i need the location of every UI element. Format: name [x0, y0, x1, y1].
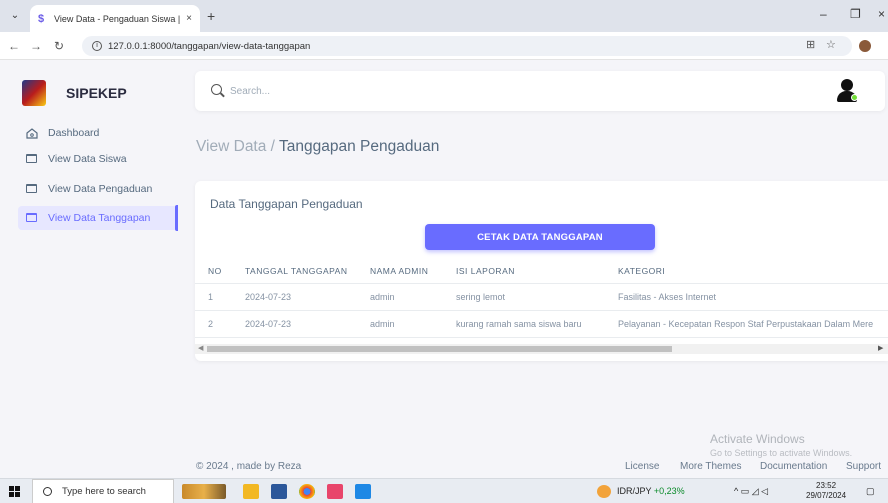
scroll-left-icon[interactable]: ◀: [198, 344, 203, 352]
scroll-right-icon[interactable]: ▶: [878, 344, 883, 352]
brand-logo-icon: [22, 80, 46, 106]
translate-icon[interactable]: ⊞: [806, 38, 815, 51]
app-icon[interactable]: [327, 484, 343, 499]
vscode-icon[interactable]: [355, 484, 371, 499]
tiger-widget-icon[interactable]: [182, 484, 226, 499]
horizontal-scrollbar[interactable]: ◀ ▶: [195, 344, 888, 354]
brand-name: SIPEKEP: [66, 85, 127, 101]
footer-link-more-themes[interactable]: More Themes: [680, 461, 742, 472]
footer-link-support[interactable]: Support: [846, 461, 881, 472]
tab-search-icon[interactable]: ⌄: [8, 9, 22, 23]
user-avatar[interactable]: [837, 79, 858, 103]
site-info-icon[interactable]: i: [92, 41, 102, 51]
print-data-button[interactable]: CETAK DATA TANGGAPAN: [425, 224, 655, 250]
table-row: 2 2024-07-23 admin kurang ramah sama sis…: [195, 310, 888, 338]
tab-close-icon[interactable]: ×: [186, 13, 192, 24]
bookmark-star-icon[interactable]: ☆: [826, 38, 836, 51]
sidebar-item-dashboard[interactable]: Dashboard: [18, 121, 178, 145]
word-icon[interactable]: [271, 484, 287, 499]
activate-windows-subtitle: Go to Settings to activate Windows.: [710, 448, 853, 458]
address-bar: ← → ↻ i 127.0.0.1:8000/tanggapan/view-da…: [0, 32, 888, 60]
table-cell: 2024-07-23: [245, 283, 370, 311]
search-icon: [43, 487, 52, 496]
column-header[interactable]: ISI LAPORAN: [456, 259, 618, 284]
chrome-icon[interactable]: [299, 484, 315, 499]
back-arrow-icon[interactable]: ←: [8, 39, 20, 53]
breadcrumb-parent: View Data /: [196, 138, 275, 155]
browser-tab[interactable]: $ View Data - Pengaduan Siswa | ×: [30, 5, 200, 32]
profile-avatar-icon[interactable]: [859, 40, 871, 52]
card-title: Data Tanggapan Pengaduan: [210, 197, 363, 211]
close-window-button[interactable]: ×: [878, 7, 885, 21]
column-header[interactable]: KATEGORI: [618, 259, 888, 284]
browser-tab-bar: ⌄ $ View Data - Pengaduan Siswa | × + – …: [0, 0, 888, 32]
footer-copyright: © 2024 , made by Reza: [196, 461, 302, 472]
clock[interactable]: 23:52 29/07/2024: [806, 481, 846, 501]
sidebar-item-label: Dashboard: [48, 127, 100, 139]
ticker-icon: [597, 485, 611, 498]
sidebar-item-view-data-pengaduan[interactable]: View Data Pengaduan: [18, 177, 178, 201]
windows-taskbar: Type here to search IDR/JPY +0,23% ^ ▭ ◿…: [0, 478, 888, 503]
table-header-row: NO TANGGAL TANGGAPAN NAMA ADMIN ISI LAPO…: [195, 259, 888, 284]
reload-icon[interactable]: ↻: [54, 39, 64, 53]
table-row: 1 2024-07-23 admin sering lemot Fasilita…: [195, 283, 888, 311]
sidebar-item-label: View Data Pengaduan: [48, 183, 153, 195]
minimize-button[interactable]: –: [820, 7, 827, 21]
search-input[interactable]: [230, 83, 430, 99]
table-cell: 1: [195, 283, 245, 311]
page-title: View Data / Tanggapan Pengaduan: [196, 138, 439, 156]
table-cell: admin: [370, 283, 456, 311]
table-cell: admin: [370, 310, 456, 338]
footer-link-license[interactable]: License: [625, 461, 659, 472]
archive-icon: [26, 184, 38, 194]
sidebar-item-label: View Data Siswa: [48, 153, 127, 165]
archive-icon: [26, 213, 38, 223]
data-card: Data Tanggapan Pengaduan CETAK DATA TANG…: [195, 181, 888, 361]
table-cell: 2: [195, 310, 245, 338]
search-icon: [211, 84, 222, 95]
windows-start-icon[interactable]: [9, 486, 20, 497]
active-menu-indicator: [175, 205, 178, 231]
system-tray-icons[interactable]: ^ ▭ ◿ ◁: [734, 486, 768, 497]
home-icon: [26, 128, 38, 139]
taskbar-search-field[interactable]: Type here to search: [32, 479, 174, 503]
file-explorer-icon[interactable]: [243, 484, 259, 499]
sidebar-item-view-data-siswa[interactable]: View Data Siswa: [18, 147, 178, 171]
table-cell: kurang ramah sama siswa baru: [456, 310, 618, 338]
forward-arrow-icon[interactable]: →: [30, 39, 42, 53]
tab-title: View Data - Pengaduan Siswa |: [54, 13, 181, 24]
activate-windows-title: Activate Windows: [710, 432, 805, 446]
data-table: NO TANGGAL TANGGAPAN NAMA ADMIN ISI LAPO…: [195, 259, 888, 338]
top-navbar: [195, 71, 885, 111]
user-icon: [841, 79, 853, 91]
clock-date: 29/07/2024: [806, 491, 847, 500]
maximize-button[interactable]: ❐: [850, 7, 861, 21]
ticker-pair: IDR/JPY: [617, 486, 652, 496]
column-header[interactable]: NAMA ADMIN: [370, 259, 456, 284]
brand[interactable]: SIPEKEP: [22, 80, 127, 106]
ticker-change: +0,23%: [653, 486, 685, 496]
column-header[interactable]: NO: [195, 259, 245, 284]
column-header[interactable]: TANGGAL TANGGAPAN: [245, 259, 370, 284]
sidebar: SIPEKEP Dashboard View Data Siswa View D…: [0, 60, 180, 478]
url-text: 127.0.0.1:8000/tanggapan/view-data-tangg…: [108, 40, 311, 52]
breadcrumb-current: Tanggapan Pengaduan: [279, 138, 440, 155]
favicon-icon: $: [38, 12, 45, 25]
table-cell: Fasilitas - Akses Internet: [618, 283, 888, 311]
clock-time: 23:52: [816, 481, 837, 490]
new-tab-button[interactable]: +: [207, 8, 215, 24]
table-cell: 2024-07-23: [245, 310, 370, 338]
sidebar-item-label: View Data Tanggapan: [48, 212, 151, 224]
sidebar-item-view-data-tanggapan[interactable]: View Data Tanggapan: [18, 206, 178, 230]
scrollbar-thumb[interactable]: [207, 346, 672, 352]
online-status-dot: [851, 94, 858, 101]
table-cell: sering lemot: [456, 283, 618, 311]
ticker-widget[interactable]: IDR/JPY +0,23%: [617, 486, 685, 496]
table-cell: Pelayanan - Kecepatan Respon Staf Perpus…: [618, 310, 888, 338]
url-field[interactable]: i 127.0.0.1:8000/tanggapan/view-data-tan…: [82, 36, 852, 56]
footer-link-documentation[interactable]: Documentation: [760, 461, 827, 472]
notification-icon[interactable]: ▢: [866, 486, 875, 497]
archive-icon: [26, 154, 38, 164]
taskbar-search-placeholder: Type here to search: [62, 486, 146, 497]
